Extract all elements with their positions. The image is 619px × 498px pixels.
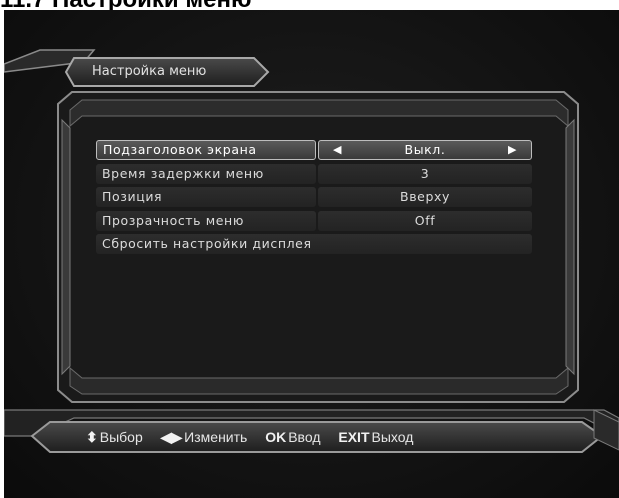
menu-screen: Настройка меню Подзаголовок экрана ◀ Вык…: [4, 10, 619, 498]
option-value: Выкл.: [404, 142, 446, 157]
hint-exit: EXIT Выход: [338, 425, 413, 449]
hint-label: Выход: [371, 429, 414, 445]
menu-item-label: Сбросить настройки дисплея: [96, 234, 532, 254]
menu-item-delay[interactable]: Время задержки меню 3: [96, 163, 536, 184]
menu-item-subtitle[interactable]: Подзаголовок экрана ◀ Выкл. ▶: [96, 140, 536, 160]
menu-item-position[interactable]: Позиция Вверху: [96, 187, 536, 207]
option-selector[interactable]: ◀ Выкл. ▶: [318, 140, 532, 160]
arrow-right-icon[interactable]: ▶: [508, 141, 517, 159]
option-value: Off: [318, 210, 532, 231]
window-title: Настройка меню: [92, 64, 207, 79]
settings-menu: Подзаголовок экрана ◀ Выкл. ▶ Время заде…: [96, 140, 536, 258]
hint-label: Выбор: [99, 429, 143, 445]
arrow-left-icon[interactable]: ◀: [333, 141, 342, 159]
panel-left-rim: [61, 118, 71, 376]
ok-key: OK: [265, 429, 287, 445]
menu-item-label: Позиция: [96, 187, 316, 207]
panel-right-rim: [565, 118, 575, 376]
exit-key: EXIT: [338, 429, 370, 445]
menu-item-transparency[interactable]: Прозрачность меню Off: [96, 210, 536, 231]
hint-label: Ввод: [288, 429, 321, 445]
option-value: 3: [318, 163, 532, 184]
menu-item-label: Время задержки меню: [96, 163, 316, 184]
menu-item-label: Прозрачность меню: [96, 210, 316, 231]
hint-change: ◀▶ Изменить: [161, 425, 248, 449]
menu-item-label: Подзаголовок экрана: [96, 140, 316, 160]
hint-ok: OK Ввод: [265, 425, 320, 449]
option-value: Вверху: [318, 187, 532, 207]
footer-hints: ⬍ Выбор ◀▶ Изменить OK Ввод EXIT Выход: [86, 425, 427, 449]
left-right-icon: ◀▶: [160, 429, 183, 445]
hint-label: Изменить: [184, 429, 248, 445]
menu-item-reset[interactable]: Сбросить настройки дисплея: [96, 234, 536, 254]
up-down-icon: ⬍: [86, 429, 98, 445]
hint-select: ⬍ Выбор: [86, 425, 143, 449]
